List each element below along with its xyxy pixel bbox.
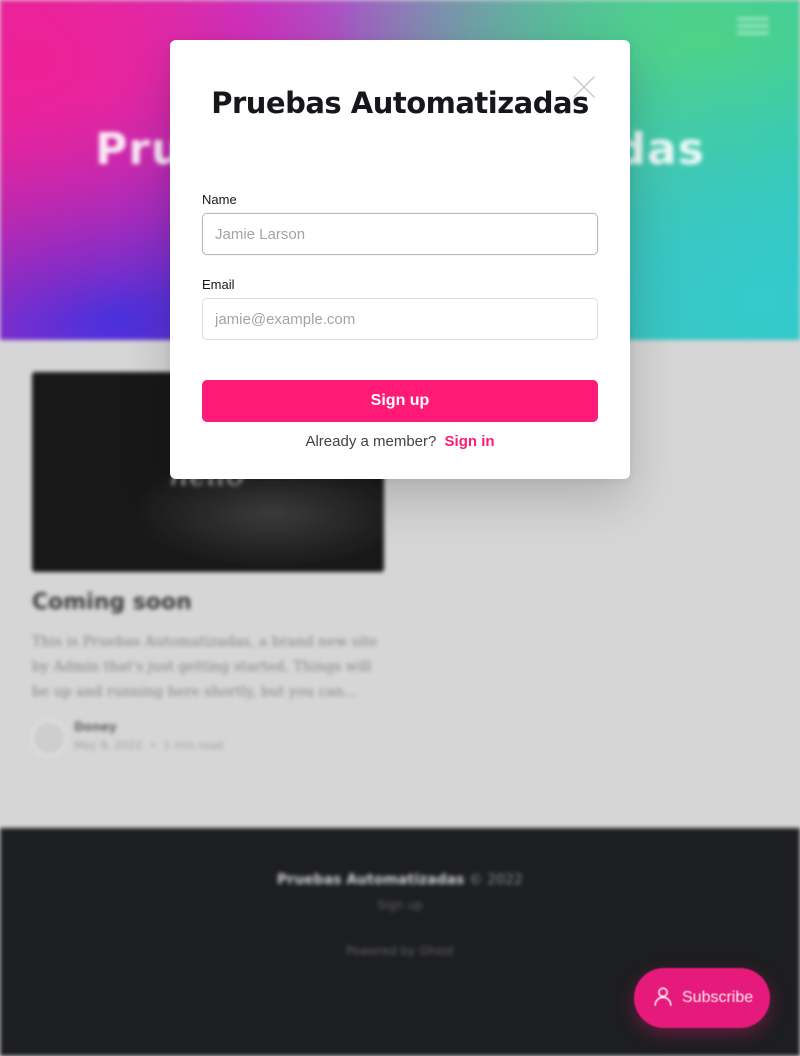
- name-label: Name: [202, 192, 237, 207]
- name-input[interactable]: [202, 213, 598, 255]
- signup-modal: Pruebas Automatizadas Name Email Sign up…: [170, 40, 630, 479]
- user-icon: [652, 985, 674, 1011]
- member-prompt: Already a member?: [305, 433, 437, 450]
- email-input[interactable]: [202, 298, 598, 340]
- email-label: Email: [202, 277, 235, 292]
- signin-link[interactable]: Sign in: [445, 433, 495, 450]
- signup-button[interactable]: Sign up: [202, 380, 598, 422]
- member-prompt-line: Already a member? Sign in: [200, 433, 600, 450]
- portal-subscribe-button[interactable]: Subscribe: [634, 968, 770, 1028]
- subscribe-label: Subscribe: [682, 989, 754, 1006]
- modal-title: Pruebas Automatizadas: [211, 86, 589, 120]
